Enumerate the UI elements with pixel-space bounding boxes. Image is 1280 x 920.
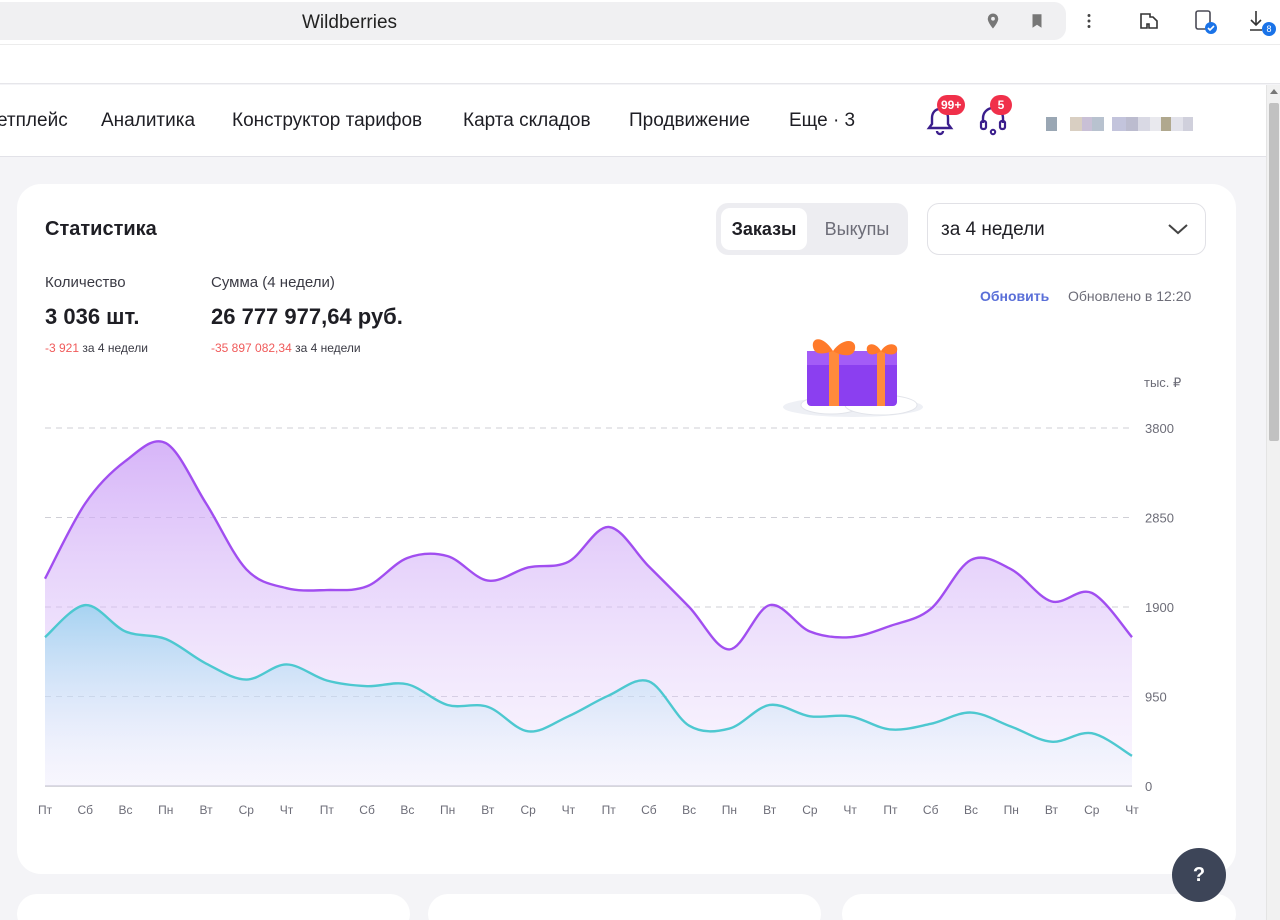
- x-tick-label: Вс: [964, 803, 978, 817]
- bookmark-icon[interactable]: [1028, 12, 1046, 30]
- x-tick-label: Ср: [1084, 803, 1100, 817]
- address-bar[interactable]: Wildberries: [0, 2, 1066, 40]
- x-tick-label: Пт: [38, 803, 53, 817]
- user-account-blurred[interactable]: [1046, 117, 1193, 131]
- orders-chart: 0 950 1900 2850 3800 Пт Сб Вс Пн Вт Ср Чт Пт Сб Вс Пн В…: [38, 375, 1181, 817]
- nav-item-tariff-builder[interactable]: Конструктор тарифов: [232, 110, 422, 132]
- x-tick-label: Сб: [641, 803, 657, 817]
- location-pin-icon[interactable]: [984, 12, 1002, 30]
- more-menu-icon[interactable]: [1078, 8, 1100, 34]
- y-tick-label: 0: [1145, 779, 1152, 794]
- x-tick-label: Вс: [682, 803, 696, 817]
- x-tick-label: Чт: [280, 803, 294, 817]
- help-button[interactable]: ?: [1172, 848, 1226, 902]
- tab-title: Wildberries: [302, 12, 398, 33]
- y-tick-label: 3800: [1145, 421, 1174, 436]
- y-tick-label: 1900: [1145, 600, 1174, 615]
- bottom-card-3: [842, 894, 1236, 920]
- statistics-card: Статистика Заказы Выкупы за 4 недели Кол…: [17, 184, 1236, 874]
- app-header: етплейс Аналитика Конструктор тарифов Ка…: [0, 85, 1266, 157]
- y-tick-label: 950: [1145, 690, 1167, 705]
- browser-subbar: [0, 44, 1280, 84]
- x-tick-label: Пн: [722, 803, 737, 817]
- nav-item-warehouse-map[interactable]: Карта складов: [463, 110, 591, 132]
- x-tick-label: Ср: [802, 803, 818, 817]
- x-tick-label: Вс: [400, 803, 414, 817]
- bottom-card-2: [428, 894, 821, 920]
- x-tick-label: Вс: [119, 803, 133, 817]
- y-axis-unit-label: тыс. ₽: [1144, 375, 1181, 390]
- scrollbar[interactable]: [1266, 85, 1280, 920]
- notifications-badge: 99+: [937, 95, 966, 115]
- scroll-thumb[interactable]: [1269, 103, 1279, 441]
- bottom-card-1: [17, 894, 410, 920]
- x-tick-label: Чт: [562, 803, 576, 817]
- x-tick-label: Чт: [1125, 803, 1139, 817]
- x-tick-label: Вт: [481, 803, 495, 817]
- x-tick-label: Сб: [77, 803, 93, 817]
- gift-icon[interactable]: [781, 327, 929, 423]
- scroll-up-arrow[interactable]: [1270, 89, 1278, 94]
- x-tick-label: Пт: [883, 803, 898, 817]
- x-tick-label: Ср: [239, 803, 255, 817]
- notifications-button[interactable]: 99+: [925, 95, 966, 137]
- extension-icon[interactable]: [1136, 8, 1162, 34]
- download-count-badge: 8: [1262, 22, 1276, 36]
- nav-item-analytics[interactable]: Аналитика: [101, 110, 195, 132]
- x-tick-label: Вт: [1045, 803, 1059, 817]
- profile-doc-icon[interactable]: [1192, 8, 1218, 34]
- download-icon[interactable]: 8: [1246, 8, 1276, 36]
- x-tick-label: Вт: [199, 803, 213, 817]
- support-badge: 5: [990, 95, 1012, 115]
- x-tick-label: Пн: [158, 803, 173, 817]
- x-tick-label: Вт: [763, 803, 777, 817]
- nav-item-promotion[interactable]: Продвижение: [629, 110, 750, 132]
- y-tick-label: 2850: [1145, 511, 1174, 526]
- x-tick-label: Чт: [843, 803, 857, 817]
- x-tick-label: Пн: [440, 803, 455, 817]
- nav-item-marketplace[interactable]: етплейс: [0, 110, 68, 132]
- browser-toolbar: Wildberries 8: [0, 0, 1280, 44]
- x-tick-label: Пт: [320, 803, 335, 817]
- x-tick-label: Сб: [923, 803, 939, 817]
- x-tick-label: Пн: [1004, 803, 1019, 817]
- support-button[interactable]: 5: [978, 95, 1012, 137]
- x-tick-label: Ср: [520, 803, 536, 817]
- x-tick-label: Пт: [602, 803, 617, 817]
- x-tick-label: Сб: [359, 803, 375, 817]
- nav-item-more[interactable]: Еще · 3: [789, 110, 855, 132]
